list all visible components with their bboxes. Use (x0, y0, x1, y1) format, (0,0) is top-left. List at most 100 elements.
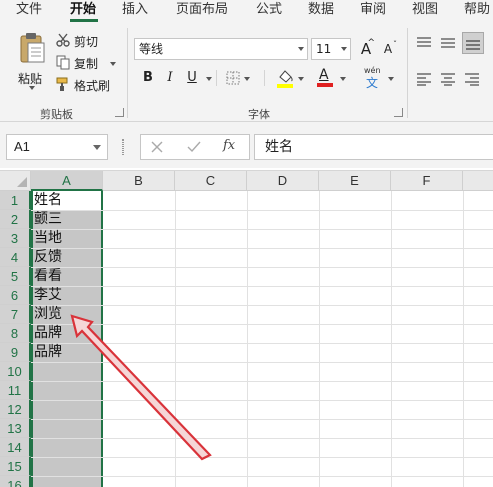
row-header[interactable]: 2 (0, 210, 31, 229)
tab-insert[interactable]: 插入 (122, 1, 148, 21)
gridline (31, 362, 493, 363)
phonetic-dropdown-icon[interactable] (388, 77, 394, 81)
ribbon-tab-bar: 文件 开始 插入 页面布局 公式 数据 审阅 视图 帮助 (0, 0, 493, 22)
grow-arrow-icon: ^ (367, 38, 375, 48)
gridline (31, 286, 493, 287)
phonetic-guide-icon: 文 (366, 76, 379, 90)
tab-review[interactable]: 审阅 (360, 1, 386, 21)
bold-button[interactable]: B (138, 68, 158, 88)
gridline (31, 324, 493, 325)
name-box-value: A1 (14, 139, 30, 154)
shrink-font-button[interactable]: Aˇ (378, 39, 398, 59)
formula-input[interactable]: 姓名 (254, 134, 493, 160)
row-header[interactable]: 3 (0, 229, 31, 248)
tab-page-layout[interactable]: 页面布局 (176, 1, 228, 21)
gridline (31, 305, 493, 306)
borders-icon[interactable] (226, 71, 240, 85)
cell-a5[interactable]: 看看 (34, 267, 62, 286)
fill-color-dropdown-icon[interactable] (298, 77, 304, 81)
tab-data[interactable]: 数据 (308, 1, 334, 21)
row-header[interactable]: 16 (0, 476, 31, 487)
row-header[interactable]: 9 (0, 343, 31, 362)
copy-button[interactable]: 复制 (54, 54, 120, 72)
cell-a7[interactable]: 浏览 (34, 305, 62, 324)
format-painter-label: 格式刷 (74, 79, 111, 93)
scissors-icon (56, 33, 70, 47)
gridline (391, 191, 392, 487)
align-middle-icon[interactable] (440, 36, 456, 50)
tab-help[interactable]: 帮助 (464, 1, 490, 21)
tab-view[interactable]: 视图 (412, 1, 438, 21)
copy-icon (56, 55, 70, 70)
gridline (247, 191, 248, 487)
column-header-a[interactable]: A (31, 171, 103, 191)
cancel-icon[interactable] (151, 141, 163, 153)
row-header[interactable]: 6 (0, 286, 31, 305)
row-header[interactable]: 13 (0, 419, 31, 438)
clipboard-dialog-launcher-icon[interactable] (115, 108, 124, 117)
row-header[interactable]: 5 (0, 267, 31, 286)
italic-button[interactable]: I (160, 68, 180, 88)
column-header-b[interactable]: B (103, 171, 175, 191)
fill-color-icon[interactable] (276, 68, 294, 88)
row-header[interactable]: 11 (0, 381, 31, 400)
chevron-down-icon (93, 145, 101, 150)
chevron-down-icon (341, 47, 347, 51)
gridline (31, 229, 493, 230)
font-dialog-launcher-icon[interactable] (394, 108, 403, 117)
align-right-icon[interactable] (464, 72, 480, 86)
row-header[interactable]: 1 (0, 191, 31, 210)
paste-button[interactable]: 粘贴 (14, 30, 50, 90)
align-center-icon[interactable] (440, 72, 456, 86)
column-header-g[interactable] (463, 171, 493, 191)
row-header[interactable]: 8 (0, 324, 31, 343)
formula-bar-grip[interactable] (122, 139, 124, 155)
align-top-icon[interactable] (416, 36, 432, 50)
row-header[interactable]: 12 (0, 400, 31, 419)
cell-a6[interactable]: 李艾 (34, 286, 62, 305)
cell-a9[interactable]: 品牌 (34, 343, 62, 362)
font-size-value: 11 (316, 42, 332, 56)
align-left-icon[interactable] (416, 72, 432, 86)
borders-dropdown-icon[interactable] (244, 77, 250, 81)
format-painter-button[interactable]: 格式刷 (54, 76, 116, 94)
cell-a2[interactable]: 颤三 (34, 210, 62, 229)
column-header-d[interactable]: D (247, 171, 319, 191)
row-header[interactable]: 4 (0, 248, 31, 267)
select-all-button[interactable] (0, 171, 31, 191)
row-header[interactable]: 10 (0, 362, 31, 381)
cell-a1[interactable]: 姓名 (34, 191, 62, 210)
tab-formulas[interactable]: 公式 (256, 1, 282, 21)
cell-a8[interactable]: 品牌 (34, 324, 62, 343)
cell-a4[interactable]: 反馈 (34, 248, 62, 267)
grow-font-button[interactable]: A ^ (356, 38, 376, 59)
divider (216, 70, 217, 86)
gridline (319, 191, 320, 487)
underline-dropdown-icon[interactable] (206, 77, 212, 81)
row-header[interactable]: 7 (0, 305, 31, 324)
row-header[interactable]: 14 (0, 438, 31, 457)
enter-check-icon[interactable] (187, 141, 201, 153)
font-color-button[interactable]: A (316, 66, 334, 88)
cut-button[interactable]: 剪切 (54, 32, 104, 50)
row-header[interactable]: 15 (0, 457, 31, 476)
cut-label: 剪切 (74, 35, 99, 49)
font-name-select[interactable]: 等线 (134, 38, 308, 60)
cell-a3[interactable]: 当地 (34, 229, 62, 248)
tab-home[interactable]: 开始 (70, 1, 96, 21)
gridline (31, 343, 493, 344)
font-color-dropdown-icon[interactable] (340, 77, 346, 81)
column-header-e[interactable]: E (319, 171, 391, 191)
ribbon: 粘贴 剪切 复制 格式刷 剪贴板 等线 11 A ^ A ˇ B I U A w… (0, 22, 493, 122)
align-bottom-button[interactable] (462, 32, 484, 54)
shrink-arrow-icon: ˇ (393, 40, 397, 49)
phonetic-guide-button[interactable]: wén 文 (362, 66, 384, 90)
spreadsheet-grid[interactable]: A B C D E F 1 2 3 4 5 6 7 8 9 10 11 12 1… (0, 170, 493, 487)
insert-function-icon[interactable]: fx (223, 138, 235, 153)
font-size-select[interactable]: 11 (311, 38, 351, 60)
column-header-f[interactable]: F (391, 171, 463, 191)
column-header-c[interactable]: C (175, 171, 247, 191)
tab-file[interactable]: 文件 (16, 1, 42, 21)
name-box[interactable]: A1 (6, 134, 108, 160)
underline-button[interactable]: U (182, 68, 202, 88)
